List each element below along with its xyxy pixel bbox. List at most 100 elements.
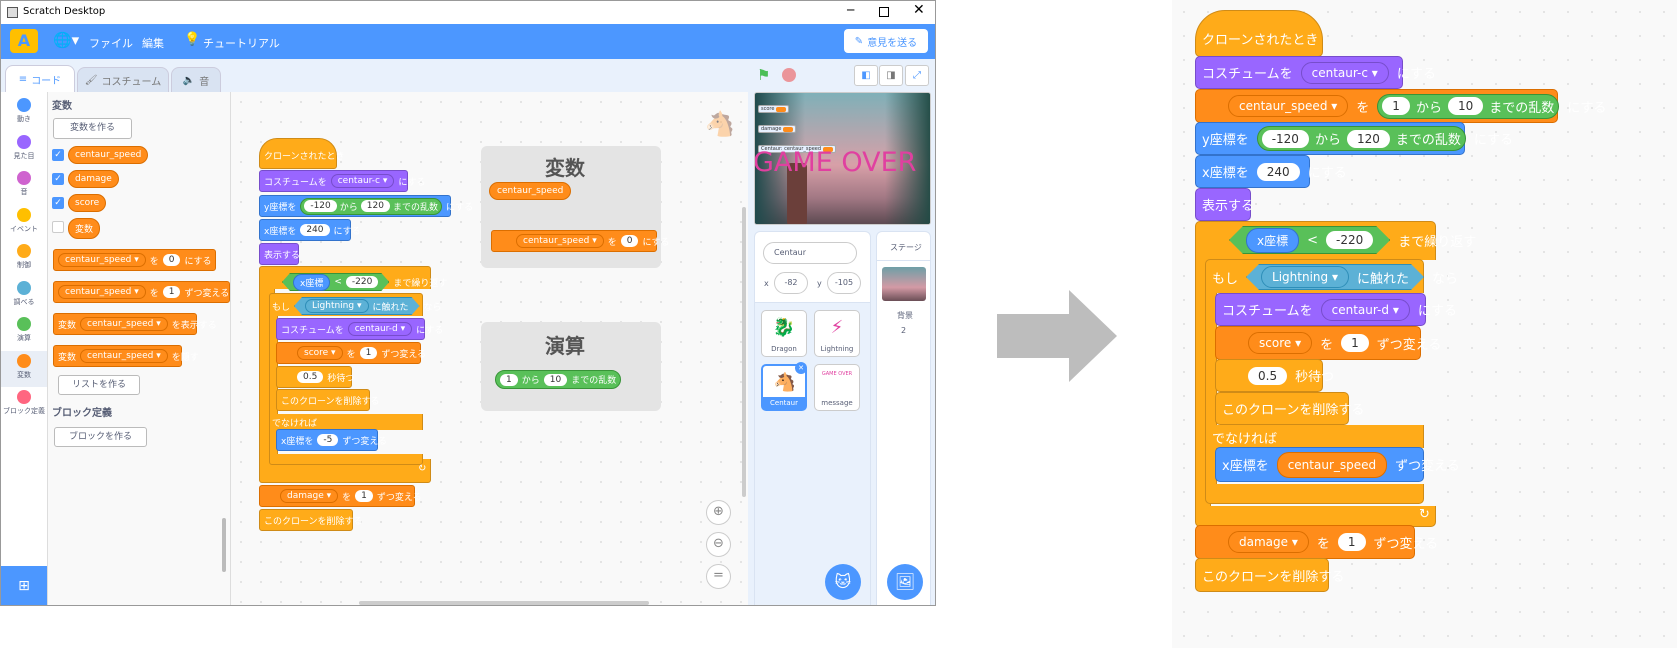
delete-clone-end-block[interactable]: このクローンを削除する (259, 509, 363, 531)
variable-dropdown[interactable]: centaur_speed ▾ (80, 349, 168, 363)
small-stage-button[interactable]: ◧ (854, 65, 878, 86)
code-workspace[interactable]: 🐴 クローンされたとき コスチュームを centaur-c ▾ にする y座標を… (231, 92, 748, 605)
value-input[interactable]: 0.5 (297, 371, 324, 383)
variables-card[interactable]: 変数 centaur_speed centaur_speed ▾ を 0 にする (481, 146, 670, 268)
touch-target-dropdown[interactable]: Lightning ▾ (1261, 266, 1349, 288)
value-input[interactable]: -120 (1261, 129, 1309, 148)
sprite-tile[interactable]: 🐉 Dragon (761, 310, 807, 357)
variable-reporter[interactable]: 変数 (68, 218, 101, 239)
scratch-logo[interactable]: A (10, 29, 38, 53)
value-input[interactable]: 0 (620, 235, 639, 247)
switch-costume-d-block[interactable]: コスチュームを centaur-d ▾ にする (1215, 293, 1457, 326)
value-input[interactable]: 120 (1346, 129, 1390, 148)
sprite-tile[interactable]: 🐴 Centaur ✕ (761, 362, 807, 411)
costume-dropdown[interactable]: centaur-d ▾ (1320, 298, 1410, 321)
make-variable-button[interactable]: 変数を作る (53, 118, 132, 139)
change-x-block[interactable]: x座標を -5 ずつ変える (276, 429, 387, 451)
sprite-tile[interactable]: ⚡ Lightning (814, 310, 860, 357)
category-5[interactable]: 調べる (1, 278, 47, 314)
variable-dropdown[interactable]: centaur_speed ▾ (58, 253, 146, 267)
make-list-button[interactable]: リストを作る (58, 375, 140, 395)
value-input[interactable]: -220 (1326, 231, 1373, 249)
variable-reporter[interactable]: score (68, 194, 107, 212)
switch-costume-d-block[interactable]: コスチュームを centaur-d ▾ にする (276, 318, 443, 340)
set-x-block[interactable]: x座標を 240 にする (259, 219, 361, 241)
x-input[interactable]: -82 (774, 272, 808, 294)
change-damage-block[interactable]: damage ▾ を 1 ずつ変える (259, 485, 422, 507)
workspace-vscrollbar[interactable] (742, 207, 746, 497)
stage-canvas[interactable]: score damage Centaur: centaur_speed GAME O… (754, 92, 931, 225)
palette-hide-variable-block[interactable]: 変数 centaur_speed ▾ を隠す (53, 345, 199, 367)
x-position-reporter[interactable]: x座標 (293, 274, 330, 291)
variable-checkbox[interactable] (52, 221, 64, 233)
sprite-name-input[interactable]: Centaur (763, 242, 857, 264)
switch-costume-block[interactable]: コスチュームを centaur-c ▾ にする (259, 170, 425, 192)
variable-dropdown[interactable]: centaur_speed ▾ (80, 317, 168, 331)
touching-sensor[interactable]: Lightning ▾ に触れた (1246, 264, 1424, 290)
tab-sound[interactable]: 🔈 音 (171, 67, 221, 92)
hat-block[interactable]: クローンされたとき (259, 138, 345, 169)
category-7[interactable]: 変数 (1, 350, 47, 387)
set-y-block[interactable]: y座標を -120 から 120 までの乱数 にする (259, 195, 473, 217)
fullscreen-button[interactable]: ⤢ (905, 65, 929, 86)
value-input[interactable]: 10 (1447, 97, 1484, 115)
touch-target-dropdown[interactable]: Lightning ▾ (305, 299, 368, 313)
variable-dropdown[interactable]: damage ▾ (1228, 531, 1309, 553)
wait-block[interactable]: 0.5 秒待つ (1215, 359, 1334, 392)
wait-block[interactable]: 0.5 秒待つ (276, 366, 354, 388)
y-input[interactable]: -105 (827, 272, 861, 294)
zoom-reset-button[interactable]: = (706, 564, 731, 589)
category-6[interactable]: 演算 (1, 314, 47, 350)
category-1[interactable]: 見た目 (1, 132, 47, 168)
value-input[interactable]: 1 (355, 490, 373, 502)
tab-costume[interactable]: 🖌 コスチューム (77, 67, 169, 92)
value-input[interactable]: -120 (304, 200, 337, 212)
stage-selector[interactable]: ステージ 背景 2 🖼 (876, 231, 931, 605)
hat-block[interactable]: クローンされたとき (1195, 10, 1323, 57)
delete-clone-end-block[interactable]: このクローンを削除する (1195, 558, 1344, 592)
category-2[interactable]: 音 (1, 168, 47, 204)
variable-reporter[interactable]: centaur_speed (489, 182, 572, 200)
costume-dropdown[interactable]: centaur-c ▾ (330, 174, 395, 188)
menu-file[interactable]: ファイル (89, 35, 133, 51)
value-input[interactable]: 1 (500, 373, 518, 386)
value-input[interactable]: 0.5 (1248, 366, 1288, 385)
random-reporter[interactable]: -120 から 120 までの乱数 (300, 197, 442, 215)
set-x-block[interactable]: x座標を 240 にする (1195, 155, 1347, 188)
palette-scrollbar[interactable] (222, 518, 226, 572)
sprite-tile[interactable]: GAME OVER message (814, 364, 860, 411)
show-block[interactable]: 表示する (259, 243, 300, 265)
value-input[interactable]: 1 (1337, 533, 1366, 551)
random-reporter[interactable]: 1 から 10 までの乱数 (495, 370, 622, 389)
delete-clone-block[interactable]: このクローンを削除する (1215, 392, 1364, 425)
show-block[interactable]: 表示する (1195, 188, 1254, 221)
value-input[interactable]: 1 (162, 286, 181, 298)
change-score-block[interactable]: score ▾ を 1 ずつ変える (1215, 326, 1441, 360)
variable-checkbox[interactable]: ✓ (52, 173, 64, 185)
maximize-icon[interactable] (879, 7, 889, 17)
value-input[interactable]: 1 (1382, 97, 1410, 115)
palette-change-block[interactable]: centaur_speed ▾ を 1 ずつ変える (53, 281, 230, 303)
add-sprite-button[interactable]: 🐱 (825, 564, 861, 600)
random-reporter[interactable]: 1 から 10 までの乱数 (1377, 93, 1560, 119)
close-icon[interactable]: ✕ (913, 2, 925, 18)
value-input[interactable]: 120 (360, 200, 390, 212)
large-stage-button[interactable]: ◨ (879, 65, 903, 86)
value-input[interactable]: 240 (300, 224, 330, 236)
category-4[interactable]: 制御 (1, 241, 47, 277)
palette-show-variable-block[interactable]: 変数 centaur_speed ▾ を表示する (53, 313, 217, 335)
change-score-block[interactable]: score ▾ を 1 ずつ変える (276, 342, 426, 364)
variable-dropdown[interactable]: score ▾ (1248, 332, 1313, 354)
value-input[interactable]: 240 (1256, 162, 1300, 181)
touching-sensor[interactable]: Lightning ▾ に触れた (294, 297, 420, 315)
value-input[interactable]: 0 (162, 254, 181, 266)
operators-card[interactable]: 演算 1 から 10 までの乱数 (481, 322, 661, 411)
set-speed-block[interactable]: centaur_speed ▾ を 0 にする (491, 230, 670, 252)
make-block-button[interactable]: ブロックを作る (54, 427, 147, 447)
extension-button[interactable]: ⊞ (1, 566, 47, 605)
variable-dropdown[interactable]: centaur_speed ▾ (516, 234, 604, 248)
category-8[interactable]: ブロック定義 (1, 387, 47, 423)
less-than-operator[interactable]: x座標 < -220 (282, 273, 389, 291)
value-input[interactable]: -5 (317, 434, 339, 446)
category-3[interactable]: イベント (1, 205, 47, 241)
